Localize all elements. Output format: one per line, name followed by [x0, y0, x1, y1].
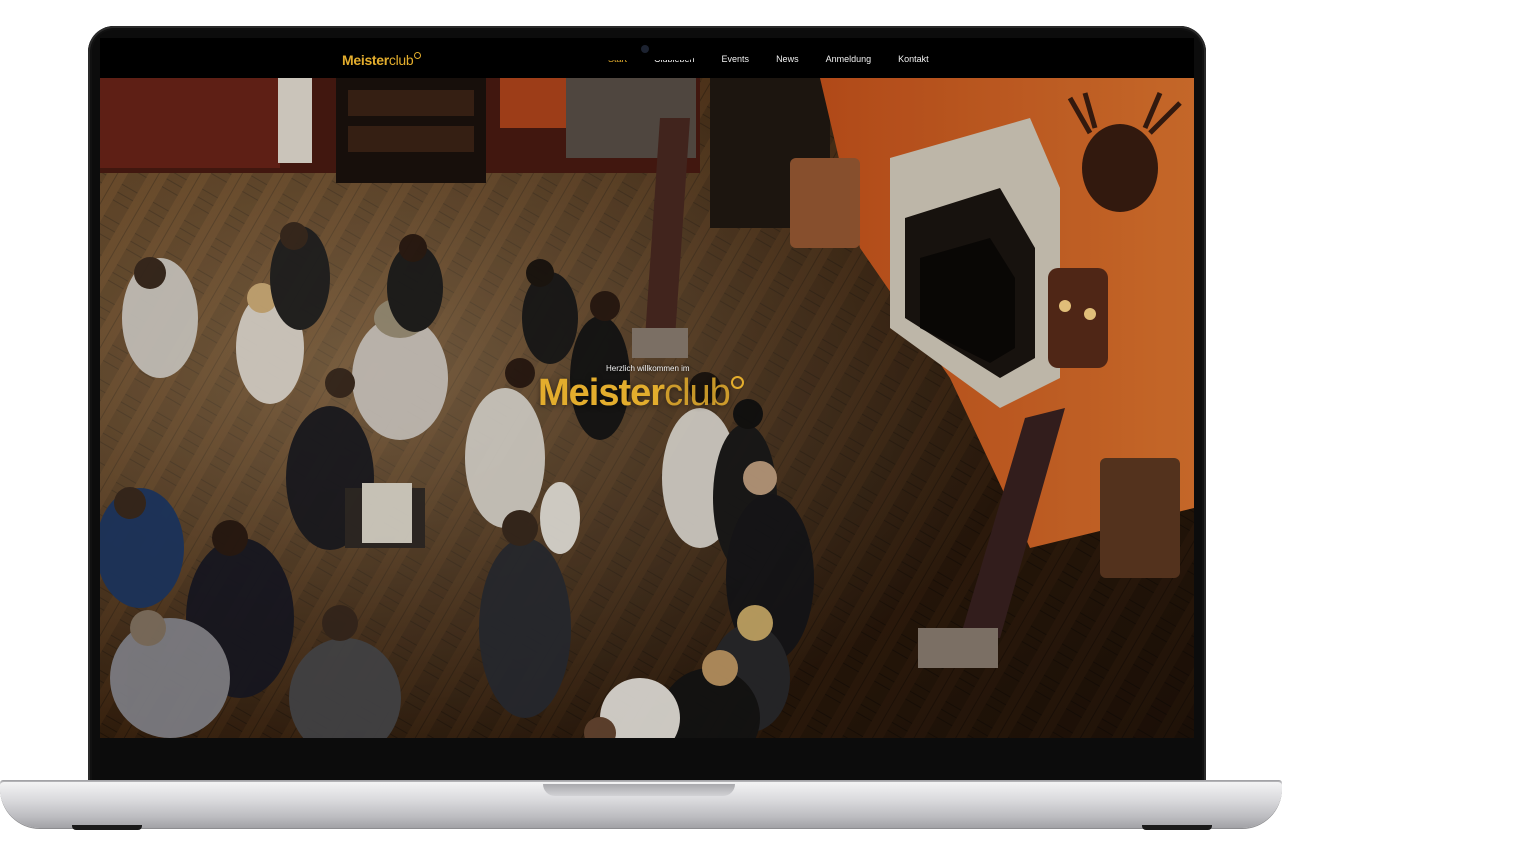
hero-overlay: Herzlich willkommen im Meisterclub [100, 78, 1194, 738]
browser-screen: Meisterclub Start Clubleben Events News … [100, 38, 1194, 738]
nav-item-kontakt[interactable]: Kontakt [898, 54, 929, 64]
nav-item-news[interactable]: News [776, 54, 799, 64]
hero-image: Herzlich willkommen im Meisterclub [100, 78, 1194, 738]
logo-main-text: Meister [342, 52, 389, 68]
logo-ring-icon [414, 52, 422, 59]
nav-item-anmeldung[interactable]: Anmeldung [826, 54, 872, 64]
laptop-foot-right [1142, 825, 1212, 830]
hero-title: Meisterclub [538, 372, 744, 415]
laptop-foot-left [72, 825, 142, 830]
camera-icon [641, 45, 649, 53]
laptop-mockup: Meisterclub Start Clubleben Events News … [0, 0, 1520, 855]
laptop-thumb-notch [543, 784, 735, 796]
hero-title-main: Meister [538, 372, 665, 414]
site-logo[interactable]: Meisterclub [342, 52, 422, 68]
camera-notch [593, 40, 697, 60]
nav-item-events[interactable]: Events [722, 54, 750, 64]
hero-title-accent: club [664, 372, 731, 414]
hero-ring-icon [730, 376, 744, 389]
logo-accent-text: club [388, 52, 414, 68]
